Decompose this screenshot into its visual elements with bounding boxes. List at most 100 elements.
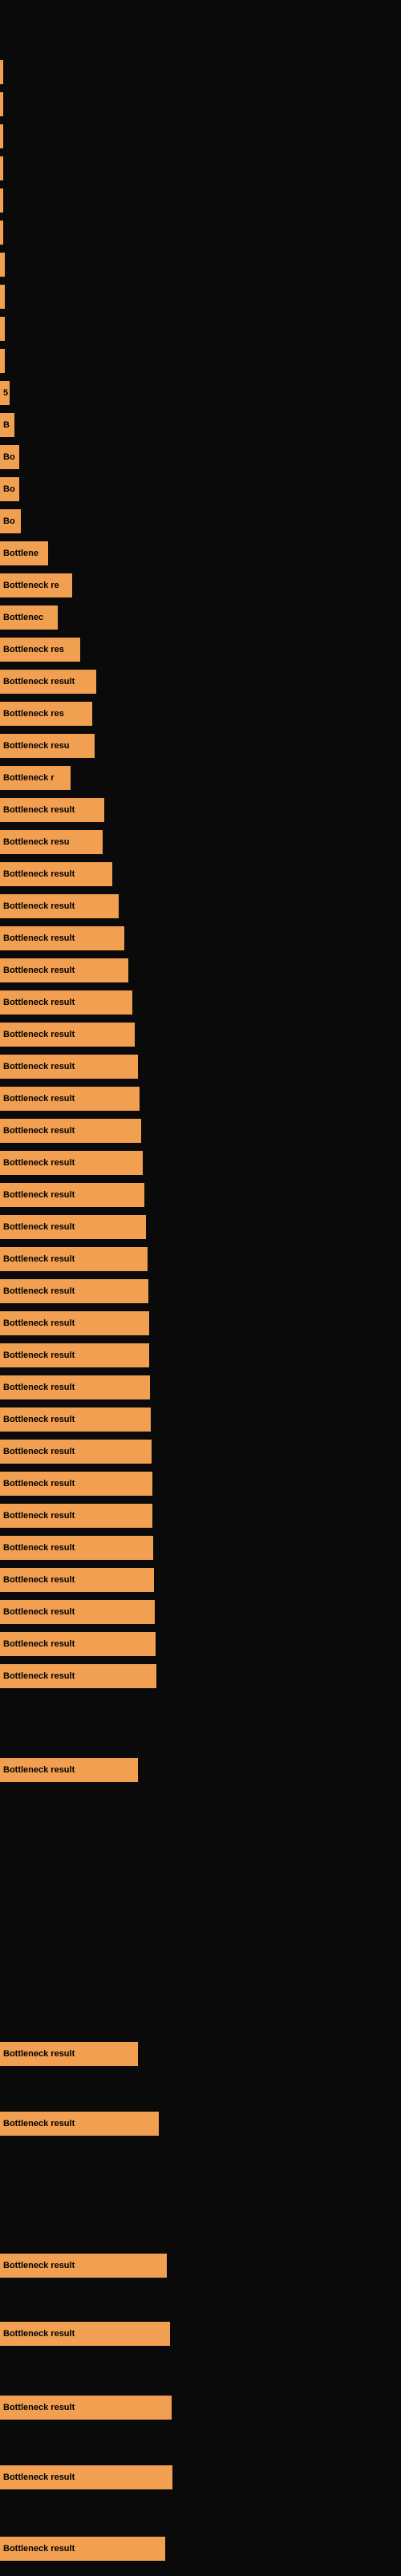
result-bar: [0, 253, 5, 277]
bar-label: Bo: [3, 516, 15, 526]
result-bar: Bottleneck result: [0, 1600, 155, 1624]
result-bar: Bottleneck result: [0, 1568, 154, 1592]
result-bar: Bottleneck result: [0, 926, 124, 950]
bar-label: Bottleneck result: [3, 1062, 75, 1071]
bar-row: [0, 154, 401, 183]
bar-label: Bottleneck result: [3, 1765, 75, 1775]
result-bar: Bottleneck result: [0, 1183, 144, 1207]
site-title: [0, 0, 401, 10]
result-bar: Bottlene: [0, 541, 48, 565]
bar-row: Bottleneck resu: [0, 731, 401, 760]
bar-label: Bottleneck res: [3, 645, 64, 654]
bar-row: Bottleneck result: [0, 1565, 401, 1594]
result-bar: Bottleneck res: [0, 638, 80, 662]
result-bar: [0, 349, 5, 373]
bar-label: Bo: [3, 484, 15, 494]
bar-label: Bottleneck result: [3, 1671, 75, 1681]
bar-row: Bo: [0, 443, 401, 472]
bar-row: 5: [0, 379, 401, 407]
result-bar: Bottleneck result: [0, 1375, 150, 1399]
bar-row: Bottlenec: [0, 603, 401, 632]
result-bar: Bottleneck result: [0, 2537, 165, 2561]
bar-row: Bottleneck result: [0, 1598, 401, 1626]
result-bar: [0, 317, 5, 341]
bar-row: Bottleneck resu: [0, 828, 401, 857]
bar-row: B: [0, 411, 401, 439]
bar-label: Bottleneck result: [3, 1094, 75, 1104]
result-bar: Bottleneck result: [0, 894, 119, 918]
bar-label: Bottleneck result: [3, 1222, 75, 1232]
result-bar: Bottleneck result: [0, 990, 132, 1015]
result-bar: [0, 285, 5, 309]
bar-row: Bo: [0, 507, 401, 536]
result-bar: Bottleneck r: [0, 766, 71, 790]
bar-label: Bottleneck res: [3, 709, 64, 719]
result-bar: Bottleneck result: [0, 1055, 138, 1079]
bar-label: Bottleneck result: [3, 677, 75, 687]
bar-label: Bottleneck result: [3, 2261, 75, 2270]
bar-row: Bo: [0, 475, 401, 504]
result-bar: Bottleneck result: [0, 2322, 170, 2346]
bar-row: Bottleneck result: [0, 2534, 401, 2563]
bar-label: Bottleneck result: [3, 901, 75, 911]
bar-row: Bottleneck result: [0, 1020, 401, 1049]
bar-row: Bottleneck result: [0, 892, 401, 921]
result-bar: Bottleneck result: [0, 2254, 167, 2278]
bar-row: Bottleneck result: [0, 1084, 401, 1113]
bar-row: Bottleneck result: [0, 1052, 401, 1081]
result-bar: Bottleneck resu: [0, 734, 95, 758]
result-bar: Bottleneck result: [0, 1440, 152, 1464]
bar-row: Bottleneck result: [0, 1662, 401, 1691]
bar-row: Bottleneck result: [0, 1148, 401, 1177]
result-bar: [0, 221, 3, 245]
result-bar: Bottleneck result: [0, 1023, 135, 1047]
result-bar: Bottleneck result: [0, 1536, 153, 1560]
bar-row: Bottleneck result: [0, 2109, 401, 2138]
bar-label: Bottleneck result: [3, 1254, 75, 1264]
result-bar: Bottleneck result: [0, 1119, 141, 1143]
bar-label: 5: [3, 388, 8, 398]
result-bar: Bottlenec: [0, 606, 58, 630]
bar-row: Bottleneck result: [0, 988, 401, 1017]
bar-row: Bottleneck result: [0, 924, 401, 953]
result-bar: Bottleneck result: [0, 798, 104, 822]
bar-label: Bottleneck result: [3, 2329, 75, 2339]
bar-label: Bottleneck result: [3, 966, 75, 975]
bar-row: Bottleneck result: [0, 667, 401, 696]
result-bar: Bottleneck result: [0, 2396, 172, 2420]
bar-label: Bottleneck result: [3, 1543, 75, 1553]
bar-label: Bottleneck result: [3, 1286, 75, 1296]
bar-label: Bottleneck result: [3, 1351, 75, 1360]
bar-row: Bottleneck result: [0, 1469, 401, 1498]
result-bar: Bottleneck result: [0, 670, 96, 694]
bar-label: Bottleneck result: [3, 1575, 75, 1585]
result-bar: Bottleneck result: [0, 1279, 148, 1303]
result-bar: Bo: [0, 445, 19, 469]
bar-row: Bottleneck result: [0, 1181, 401, 1209]
result-bar: [0, 156, 3, 180]
result-bar: Bottleneck res: [0, 702, 92, 726]
bar-row: Bottleneck result: [0, 1437, 401, 1466]
bar-row: Bottleneck result: [0, 1630, 401, 1659]
bar-label: Bottleneck result: [3, 1607, 75, 1617]
result-bar: Bottleneck result: [0, 2042, 138, 2066]
bar-label: Bottleneck result: [3, 2403, 75, 2412]
bar-label: Bottlenec: [3, 613, 43, 622]
bar-label: Bottleneck result: [3, 1383, 75, 1392]
result-bar: Bottleneck result: [0, 1087, 140, 1111]
result-bar: Bottleneck result: [0, 862, 112, 886]
bar-row: Bottleneck result: [0, 1116, 401, 1145]
bar-row: Bottleneck result: [0, 956, 401, 985]
bar-row: Bottleneck result: [0, 1245, 401, 1274]
bar-row: [0, 314, 401, 343]
bar-label: Bottleneck result: [3, 998, 75, 1007]
result-bar: Bottleneck resu: [0, 830, 103, 854]
bar-row: Bottleneck result: [0, 2251, 401, 2280]
result-bar: Bottleneck result: [0, 1215, 146, 1239]
result-bar: Bottleneck result: [0, 1664, 156, 1688]
bar-label: Bottleneck re: [3, 581, 59, 590]
bar-row: Bottleneck result: [0, 1213, 401, 1241]
bar-label: Bottleneck result: [3, 2049, 75, 2059]
bar-row: [0, 250, 401, 279]
result-bar: Bottleneck result: [0, 1472, 152, 1496]
